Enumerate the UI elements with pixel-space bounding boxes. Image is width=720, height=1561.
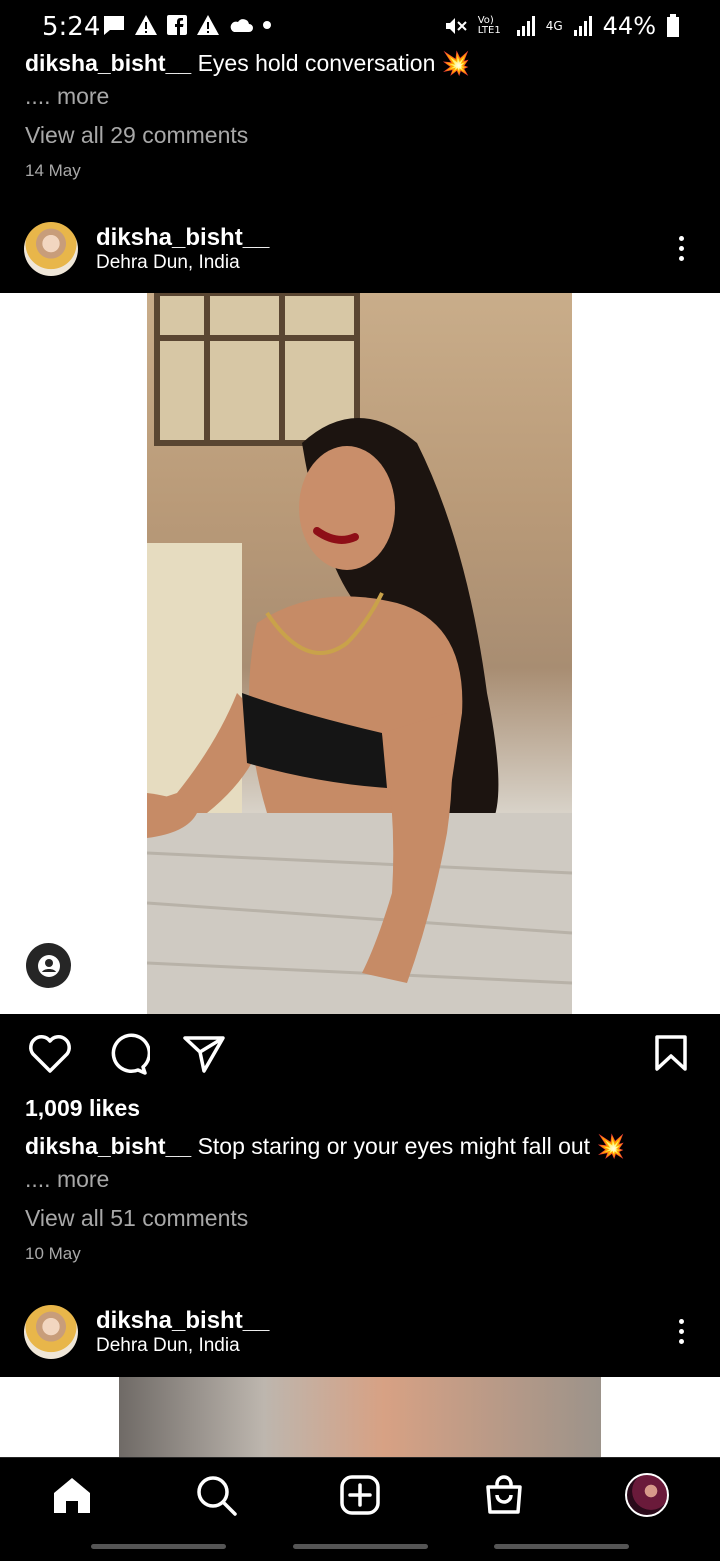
caption-text: Stop staring or your eyes might fall out…	[197, 1133, 626, 1159]
nav-home[interactable]	[50, 1473, 94, 1517]
more-options-icon[interactable]	[677, 236, 685, 261]
facebook-icon	[167, 15, 187, 35]
avatar[interactable]	[24, 222, 78, 276]
message-icon	[104, 16, 124, 35]
caption-text: Eyes hold conversation 💥	[197, 50, 471, 76]
mute-icon	[445, 18, 467, 34]
search-icon	[197, 1476, 237, 1516]
more-link[interactable]: .... more	[25, 83, 109, 110]
nav-shop[interactable]	[482, 1473, 526, 1517]
photo-illustration	[147, 293, 572, 1014]
signal-icon	[516, 16, 535, 36]
cloud-icon	[230, 19, 253, 32]
post-date: 14 May	[25, 161, 81, 180]
comment-icon	[111, 1033, 152, 1075]
warning-icon	[197, 15, 219, 35]
profile-avatar	[625, 1473, 669, 1517]
view-comments-link[interactable]: View all 29 comments	[25, 122, 248, 149]
caption-username[interactable]: diksha_bisht__	[25, 1133, 191, 1159]
nav-search[interactable]	[194, 1473, 238, 1517]
tagged-users-button[interactable]	[26, 943, 71, 988]
save-button[interactable]	[654, 1034, 688, 1077]
battery-icon	[667, 14, 679, 37]
nav-create[interactable]	[338, 1473, 382, 1517]
status-bar: 5:24 Vo) LTE1 4G 44%	[0, 0, 720, 52]
view-comments-link[interactable]: View all 51 comments	[25, 1205, 248, 1232]
network-label: Vo) LTE1	[477, 15, 501, 36]
home-icon	[54, 1478, 90, 1513]
send-icon	[183, 1036, 225, 1073]
person-icon	[37, 954, 60, 977]
previous-caption: diksha_bisht__ Eyes hold conversation 💥	[25, 50, 470, 77]
warning-icon	[135, 15, 157, 35]
system-nav-bar	[91, 1544, 226, 1549]
signal-icon	[573, 16, 592, 36]
post-date: 10 May	[25, 1244, 81, 1263]
system-nav-bar	[293, 1544, 428, 1549]
post-location[interactable]: Dehra Dun, India	[96, 252, 240, 274]
status-right: Vo) LTE1 4G 44%	[444, 12, 680, 40]
status-time: 5:24	[42, 12, 101, 42]
likes-count[interactable]: 1,009 likes	[25, 1095, 140, 1122]
post-caption: diksha_bisht__ Stop staring or your eyes…	[25, 1133, 625, 1160]
comment-button[interactable]	[104, 1033, 152, 1080]
post-photo[interactable]	[147, 293, 572, 1014]
network2-label: 4G	[545, 19, 563, 33]
heart-icon	[29, 1035, 71, 1073]
share-button[interactable]	[182, 1034, 226, 1079]
bookmark-icon	[655, 1035, 687, 1071]
post-location[interactable]: Dehra Dun, India	[96, 1335, 240, 1357]
notification-icons	[102, 14, 272, 36]
post-username[interactable]: diksha_bisht__	[96, 1307, 269, 1335]
nav-profile[interactable]	[625, 1473, 669, 1517]
dot-icon	[263, 21, 271, 29]
avatar[interactable]	[24, 1305, 78, 1359]
like-button[interactable]	[27, 1033, 73, 1080]
post-username[interactable]: diksha_bisht__	[96, 224, 269, 252]
create-icon	[340, 1475, 380, 1515]
caption-username[interactable]: diksha_bisht__	[25, 50, 191, 76]
more-options-icon[interactable]	[677, 1319, 685, 1344]
more-link[interactable]: .... more	[25, 1166, 109, 1193]
next-post-photo[interactable]	[119, 1377, 601, 1457]
shop-icon	[486, 1475, 522, 1514]
battery-percent: 44%	[602, 12, 656, 40]
system-nav-bar	[494, 1544, 629, 1549]
